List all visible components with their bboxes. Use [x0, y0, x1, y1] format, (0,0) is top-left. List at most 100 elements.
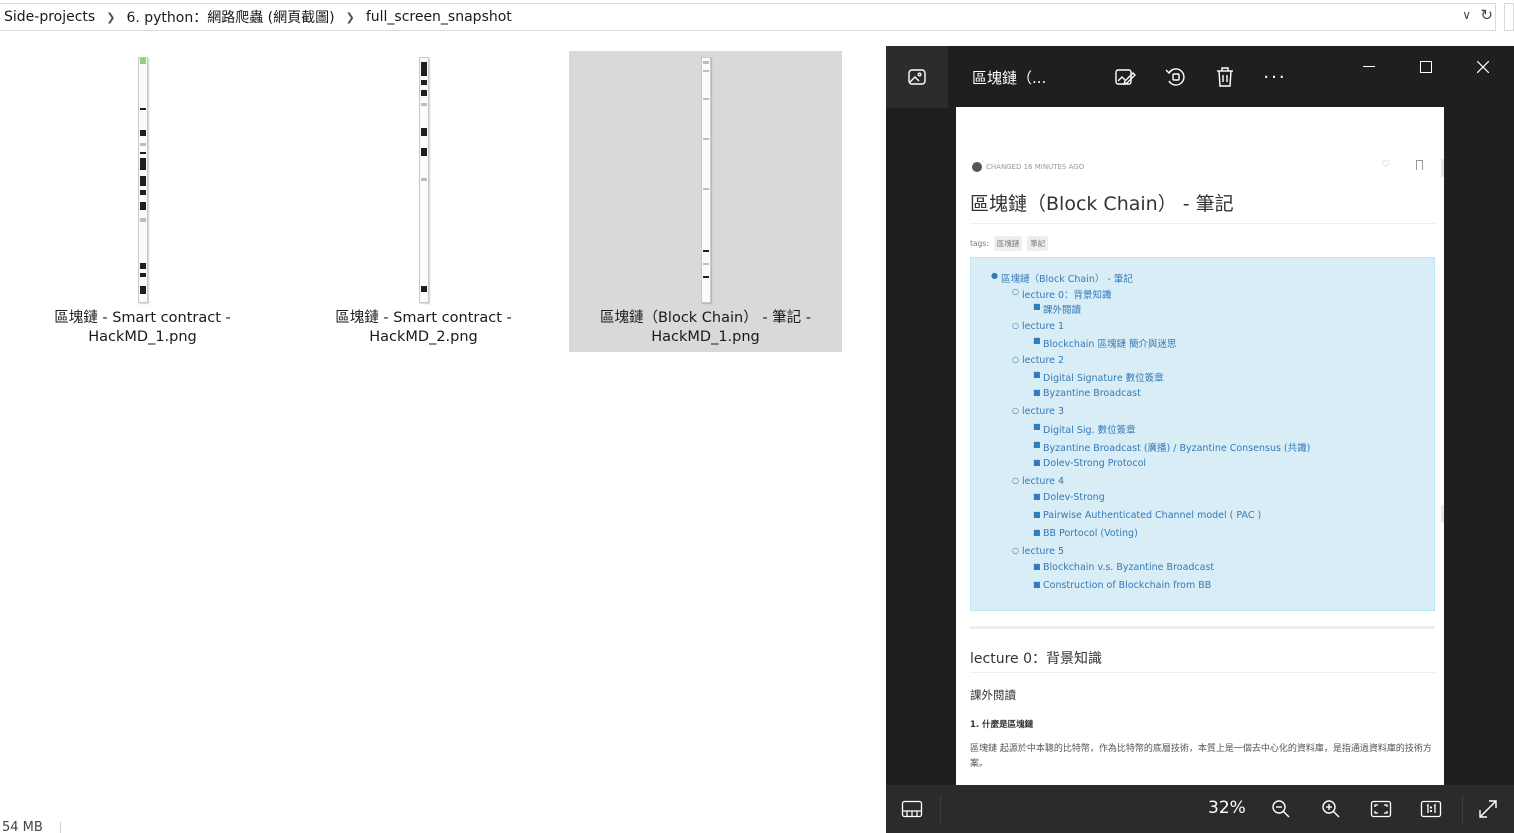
- file-name-line: HackMD_1.png: [651, 329, 760, 345]
- toc-item: ○ lecture 4: [1012, 476, 1065, 487]
- doc-tags: tags: 區塊鏈 筆記: [970, 236, 1049, 251]
- zoom-out-button[interactable]: [1268, 796, 1294, 822]
- table-of-contents: ● 區塊鏈（Block Chain） - 筆記 ○ lecture 0：背景知識 ■…: [970, 257, 1435, 611]
- toolbar-divider: [940, 795, 941, 823]
- close-button[interactable]: [1463, 56, 1503, 78]
- file-thumbnail: [418, 57, 429, 303]
- close-icon: [1477, 61, 1489, 73]
- photo-viewer-window: 區塊鏈（... ··· CHANGED 16 MINUTES AGO ♡ 區塊鏈…: [886, 46, 1514, 833]
- tag: 區塊鏈: [993, 236, 1023, 251]
- toc-item: ○ lecture 0：背景知識: [1012, 287, 1112, 301]
- file-item[interactable]: 區塊鏈 - Smart contract - HackMD_2.png: [287, 51, 560, 352]
- minimize-icon: [1363, 66, 1375, 68]
- bullet-icon: ■: [1033, 370, 1041, 379]
- bullet-icon: ○: [1012, 476, 1019, 485]
- bullet-icon: ■: [1033, 510, 1041, 519]
- heart-icon: ♡: [1381, 159, 1390, 170]
- doc-meta: CHANGED 16 MINUTES AGO: [972, 162, 1084, 172]
- bullet-icon: ○: [1012, 546, 1019, 555]
- bullet-icon: ○: [1012, 355, 1019, 364]
- zoom-in-icon: [1321, 799, 1341, 819]
- toc-item: ■ Digital Sig. 數位簽章: [1033, 422, 1136, 436]
- gallery-button[interactable]: [886, 46, 948, 108]
- displayed-image[interactable]: CHANGED 16 MINUTES AGO ♡ 區塊鏈（Block Chain…: [956, 107, 1444, 785]
- bullet-icon: ●: [991, 271, 998, 280]
- file-name-line: 區塊鏈（Block Chain） - 筆記 -: [599, 310, 812, 326]
- toc-item: ■ Digital Signature 數位簽章: [1033, 370, 1164, 384]
- breadcrumb-side-projects[interactable]: Side-projects: [0, 9, 99, 25]
- bullet-icon: ■: [1033, 302, 1041, 311]
- actual-size-button[interactable]: [1418, 796, 1444, 822]
- file-name-line: 區塊鏈 - Smart contract -: [54, 310, 231, 326]
- status-divider: [60, 822, 61, 833]
- section-heading: lecture 0：背景知識: [970, 648, 1435, 673]
- chevron-right-icon[interactable]: ❯: [99, 11, 122, 24]
- toc-item: ■ Byzantine Broadcast (廣播) / Byzantine Co…: [1033, 440, 1311, 454]
- doc-meta-text: CHANGED 16 MINUTES AGO: [986, 163, 1085, 171]
- maximize-icon: [1420, 61, 1432, 73]
- minimize-button[interactable]: [1349, 56, 1389, 78]
- paragraph: 區塊鏈 起源於中本聰的比特幣，作為比特幣的底層技術，本質上是一個去中心化的資料庫…: [970, 744, 1432, 769]
- delete-button[interactable]: [1212, 64, 1238, 90]
- more-button[interactable]: ···: [1262, 64, 1288, 90]
- toolbar-divider: [1462, 795, 1463, 823]
- actual-size-icon: [1420, 800, 1442, 818]
- doc-title: 區塊鏈（Block Chain） - 筆記: [970, 189, 1435, 224]
- doc-scroll-edge: [1441, 159, 1444, 177]
- bullet-icon: ○: [1012, 287, 1019, 296]
- toc-item: ■ Blockchain v.s. Byzantine Broadcast: [1033, 562, 1215, 573]
- bullet-icon: ■: [1033, 580, 1041, 589]
- refresh-icon[interactable]: ↻: [1480, 6, 1493, 24]
- toc-item: ● 區塊鏈（Block Chain） - 筆記: [991, 271, 1133, 285]
- file-name: 區塊鏈 - Smart contract - HackMD_1.png: [6, 309, 279, 347]
- address-bar[interactable]: Side-projects ❯ 6. python：網路爬蟲 (網頁截圖) ❯ …: [0, 3, 1496, 31]
- file-item[interactable]: 區塊鏈 - Smart contract - HackMD_1.png: [6, 51, 279, 352]
- viewer-title: 區塊鏈（...: [972, 69, 1047, 87]
- file-name: 區塊鏈 - Smart contract - HackMD_2.png: [287, 309, 560, 347]
- breadcrumb-full-screen-snapshot[interactable]: full_screen_snapshot: [362, 9, 516, 25]
- edit-image-button[interactable]: [1112, 64, 1138, 90]
- item-heading: 1. 什麼是區塊鏈: [970, 720, 1034, 730]
- bullet-icon: ■: [1033, 458, 1041, 467]
- more-icon: ···: [1263, 66, 1287, 88]
- viewer-bottom-bar: 32%: [886, 785, 1514, 833]
- file-name-line: HackMD_1.png: [88, 329, 197, 345]
- edit-image-icon: [1114, 66, 1136, 88]
- filmstrip-icon: [901, 800, 923, 818]
- file-thumbnail: [137, 57, 148, 303]
- file-name: 區塊鏈（Block Chain） - 筆記 - HackMD_1.png: [569, 309, 842, 347]
- bullet-icon: ■: [1033, 388, 1041, 397]
- fit-to-window-button[interactable]: [1368, 796, 1394, 822]
- delete-icon: [1215, 66, 1235, 88]
- bullet-icon: ■: [1033, 562, 1041, 571]
- bullet-icon: ■: [1033, 440, 1041, 449]
- toc-item: ○ lecture 5: [1012, 546, 1065, 557]
- toc-item: ○ lecture 1: [1012, 321, 1065, 332]
- zoom-in-button[interactable]: [1318, 796, 1344, 822]
- file-name-line: 區塊鏈 - Smart contract -: [335, 310, 512, 326]
- filmstrip-button[interactable]: [899, 796, 925, 822]
- chevron-down-icon[interactable]: ∨: [1462, 8, 1471, 22]
- toc-item: ■ Construction of Blockchain from BB: [1033, 580, 1212, 591]
- status-bar-text: 54 MB: [2, 820, 43, 833]
- search-box-edge[interactable]: [1504, 3, 1514, 31]
- zoom-level: 32%: [1208, 798, 1246, 818]
- avatar: [972, 162, 982, 172]
- toc-item: ■ BB Portocol (Voting): [1033, 528, 1138, 539]
- bullet-icon: ■: [1033, 336, 1041, 345]
- full-screen-button[interactable]: [1475, 796, 1501, 822]
- breadcrumb-python[interactable]: 6. python：網路爬蟲 (網頁截圖): [122, 7, 338, 27]
- file-thumbnail: [700, 57, 711, 303]
- toc-item: ■ 課外閱讀: [1033, 302, 1082, 316]
- fit-to-window-icon: [1370, 800, 1392, 818]
- maximize-button[interactable]: [1406, 56, 1446, 78]
- file-name-line: HackMD_2.png: [369, 329, 478, 345]
- toc-item: ■ Dolev-Strong: [1033, 492, 1105, 503]
- bullet-icon: ■: [1033, 422, 1041, 431]
- chevron-right-icon[interactable]: ❯: [339, 11, 362, 24]
- tag: 筆記: [1027, 236, 1049, 251]
- file-item-selected[interactable]: 區塊鏈（Block Chain） - 筆記 - HackMD_1.png: [569, 51, 842, 352]
- divider: [970, 626, 1435, 629]
- rotate-button[interactable]: [1162, 64, 1188, 90]
- toc-item: ■ Dolev-Strong Protocol: [1033, 458, 1147, 469]
